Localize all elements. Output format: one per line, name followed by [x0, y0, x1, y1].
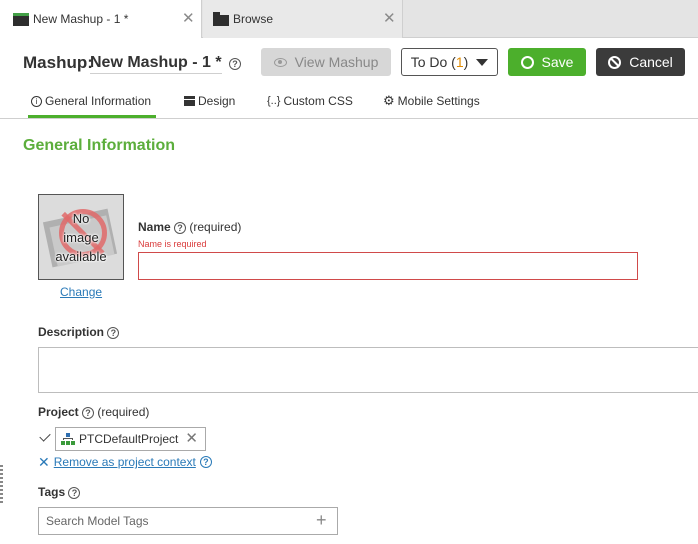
add-tag-icon[interactable]: + [316, 510, 327, 530]
check-icon [39, 430, 51, 442]
tab-label: Mobile Settings [397, 94, 480, 108]
name-error-message: Name is required [138, 239, 207, 249]
tab-label: Custom CSS [283, 94, 353, 108]
save-circle-icon [520, 55, 534, 69]
project-name: PTCDefaultProject [79, 432, 179, 446]
project-chip[interactable]: PTCDefaultProject ✕ [55, 427, 206, 451]
description-field[interactable] [38, 347, 698, 393]
tab-label: General Information [45, 94, 152, 108]
tab-general-information[interactable]: i General Information [28, 90, 156, 118]
view-mashup-label: View Mashup [294, 54, 379, 70]
todo-count: 1 [455, 54, 464, 70]
design-icon [184, 96, 195, 106]
eye-icon [273, 57, 287, 67]
tab-label: Browse [233, 12, 274, 26]
remove-project-icon[interactable]: ✕ [185, 431, 198, 447]
cancel-button[interactable]: Cancel [596, 48, 685, 76]
remove-project-context: ✕ Remove as project context ? [38, 455, 212, 469]
sub-tab-bar: i General Information Design {..} Custom… [0, 90, 698, 119]
caret-down-icon [476, 58, 489, 66]
close-tab-icon[interactable]: ✕ [383, 11, 396, 26]
tab-label: Design [198, 94, 236, 108]
section-title: General Information [23, 137, 176, 154]
save-button[interactable]: Save [508, 48, 586, 76]
css-icon: {..} [267, 95, 281, 107]
help-icon[interactable]: ? [82, 406, 95, 419]
gear-icon: ⚙ [383, 93, 395, 108]
description-label: Description ? [38, 325, 120, 339]
panel-resize-handle[interactable] [0, 465, 3, 505]
todo-label: To Do (1) [410, 54, 469, 70]
tab-custom-css[interactable]: {..} Custom CSS [267, 90, 353, 118]
entity-name: New Mashup - 1 * [90, 54, 222, 74]
view-mashup-button[interactable]: View Mashup [261, 48, 391, 76]
name-label: Name ? (required) [138, 220, 242, 234]
remove-project-context-link[interactable]: Remove as project context [54, 455, 196, 469]
mashup-image-placeholder: No image available [38, 194, 124, 280]
help-icon[interactable]: ? [229, 58, 241, 70]
help-icon[interactable]: ? [174, 221, 187, 234]
tab-browse[interactable]: Browse ✕ [203, 0, 403, 38]
entity-type-label: Mashup: [23, 53, 93, 72]
help-icon[interactable]: ? [199, 456, 212, 468]
ban-icon [608, 55, 622, 69]
tab-mobile-settings[interactable]: ⚙ Mobile Settings [383, 90, 480, 118]
tab-design[interactable]: Design [184, 90, 235, 118]
close-icon[interactable]: ✕ [38, 455, 50, 469]
no-image-text: No image available [55, 211, 107, 264]
help-icon[interactable]: ? [68, 486, 81, 499]
folder-icon [213, 11, 229, 26]
cancel-label: Cancel [629, 54, 673, 70]
project-label: Project ? (required) [38, 405, 150, 419]
tab-label: New Mashup - 1 * [33, 12, 129, 26]
info-icon: i [31, 96, 42, 107]
entity-header: Mashup: New Mashup - 1 * ? View Mashup T… [0, 44, 698, 80]
mashup-icon [13, 12, 29, 26]
help-icon[interactable]: ? [107, 326, 120, 339]
tab-new-mashup[interactable]: New Mashup - 1 * ✕ [0, 0, 202, 38]
tags-search-input[interactable]: Search Model Tags [38, 507, 338, 535]
name-field[interactable] [138, 252, 638, 280]
editor-tab-strip: New Mashup - 1 * ✕ Browse ✕ [0, 0, 698, 38]
todo-dropdown[interactable]: To Do (1) [401, 48, 498, 76]
change-image-link[interactable]: Change [60, 285, 102, 299]
save-label: Save [541, 54, 574, 70]
close-tab-icon[interactable]: ✕ [182, 11, 195, 26]
project-tree-icon [61, 433, 75, 445]
tags-label: Tags ? [38, 485, 81, 499]
